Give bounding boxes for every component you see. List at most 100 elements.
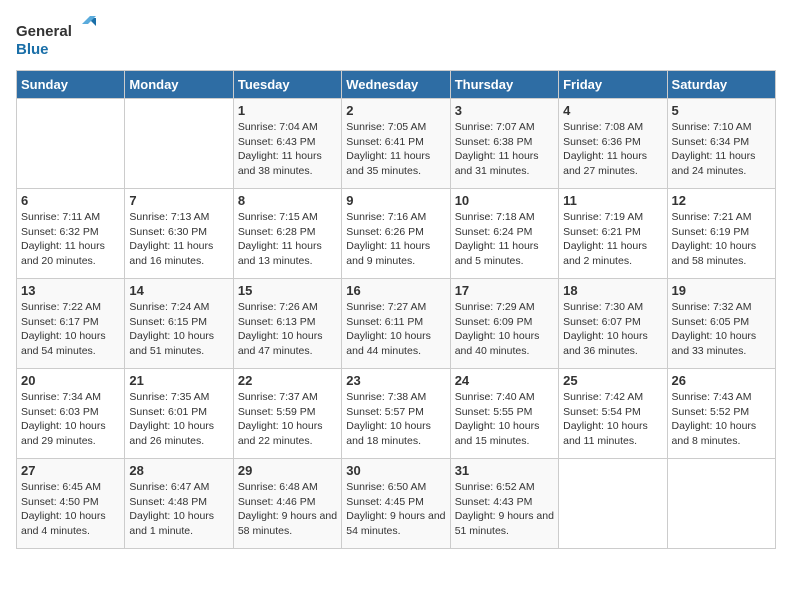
day-info: Sunrise: 7:07 AM Sunset: 6:38 PM Dayligh… bbox=[455, 120, 554, 179]
day-number: 17 bbox=[455, 283, 554, 298]
day-number: 26 bbox=[672, 373, 771, 388]
calendar-cell: 8 Sunrise: 7:15 AM Sunset: 6:28 PM Dayli… bbox=[233, 189, 341, 279]
day-number: 31 bbox=[455, 463, 554, 478]
day-info: Sunrise: 7:38 AM Sunset: 5:57 PM Dayligh… bbox=[346, 390, 445, 449]
day-number: 11 bbox=[563, 193, 662, 208]
day-info: Sunrise: 7:24 AM Sunset: 6:15 PM Dayligh… bbox=[129, 300, 228, 359]
day-info: Sunrise: 7:42 AM Sunset: 5:54 PM Dayligh… bbox=[563, 390, 662, 449]
day-info: Sunrise: 7:08 AM Sunset: 6:36 PM Dayligh… bbox=[563, 120, 662, 179]
day-info: Sunrise: 7:22 AM Sunset: 6:17 PM Dayligh… bbox=[21, 300, 120, 359]
day-info: Sunrise: 7:29 AM Sunset: 6:09 PM Dayligh… bbox=[455, 300, 554, 359]
day-number: 2 bbox=[346, 103, 445, 118]
day-info: Sunrise: 7:13 AM Sunset: 6:30 PM Dayligh… bbox=[129, 210, 228, 269]
day-info: Sunrise: 7:21 AM Sunset: 6:19 PM Dayligh… bbox=[672, 210, 771, 269]
calendar-cell: 18 Sunrise: 7:30 AM Sunset: 6:07 PM Dayl… bbox=[559, 279, 667, 369]
calendar-cell bbox=[125, 99, 233, 189]
calendar-cell: 20 Sunrise: 7:34 AM Sunset: 6:03 PM Dayl… bbox=[17, 369, 125, 459]
day-number: 18 bbox=[563, 283, 662, 298]
calendar-cell: 3 Sunrise: 7:07 AM Sunset: 6:38 PM Dayli… bbox=[450, 99, 558, 189]
day-number: 14 bbox=[129, 283, 228, 298]
calendar-cell: 5 Sunrise: 7:10 AM Sunset: 6:34 PM Dayli… bbox=[667, 99, 775, 189]
calendar-cell: 2 Sunrise: 7:05 AM Sunset: 6:41 PM Dayli… bbox=[342, 99, 450, 189]
day-number: 19 bbox=[672, 283, 771, 298]
calendar-cell: 26 Sunrise: 7:43 AM Sunset: 5:52 PM Dayl… bbox=[667, 369, 775, 459]
calendar-cell: 4 Sunrise: 7:08 AM Sunset: 6:36 PM Dayli… bbox=[559, 99, 667, 189]
day-number: 9 bbox=[346, 193, 445, 208]
day-header-sunday: Sunday bbox=[17, 71, 125, 99]
day-info: Sunrise: 7:30 AM Sunset: 6:07 PM Dayligh… bbox=[563, 300, 662, 359]
day-info: Sunrise: 7:04 AM Sunset: 6:43 PM Dayligh… bbox=[238, 120, 337, 179]
day-number: 30 bbox=[346, 463, 445, 478]
page-header: General Blue bbox=[16, 16, 776, 60]
day-number: 3 bbox=[455, 103, 554, 118]
day-number: 6 bbox=[21, 193, 120, 208]
calendar-cell: 19 Sunrise: 7:32 AM Sunset: 6:05 PM Dayl… bbox=[667, 279, 775, 369]
day-info: Sunrise: 7:40 AM Sunset: 5:55 PM Dayligh… bbox=[455, 390, 554, 449]
day-number: 28 bbox=[129, 463, 228, 478]
day-number: 29 bbox=[238, 463, 337, 478]
day-info: Sunrise: 7:15 AM Sunset: 6:28 PM Dayligh… bbox=[238, 210, 337, 269]
day-number: 16 bbox=[346, 283, 445, 298]
calendar-week-row: 27 Sunrise: 6:45 AM Sunset: 4:50 PM Dayl… bbox=[17, 459, 776, 549]
day-header-monday: Monday bbox=[125, 71, 233, 99]
day-info: Sunrise: 7:19 AM Sunset: 6:21 PM Dayligh… bbox=[563, 210, 662, 269]
day-header-thursday: Thursday bbox=[450, 71, 558, 99]
logo: General Blue bbox=[16, 16, 96, 60]
day-info: Sunrise: 6:48 AM Sunset: 4:46 PM Dayligh… bbox=[238, 480, 337, 539]
calendar-cell: 13 Sunrise: 7:22 AM Sunset: 6:17 PM Dayl… bbox=[17, 279, 125, 369]
calendar-cell: 10 Sunrise: 7:18 AM Sunset: 6:24 PM Dayl… bbox=[450, 189, 558, 279]
calendar-cell: 14 Sunrise: 7:24 AM Sunset: 6:15 PM Dayl… bbox=[125, 279, 233, 369]
calendar-cell: 25 Sunrise: 7:42 AM Sunset: 5:54 PM Dayl… bbox=[559, 369, 667, 459]
day-number: 15 bbox=[238, 283, 337, 298]
calendar-cell: 21 Sunrise: 7:35 AM Sunset: 6:01 PM Dayl… bbox=[125, 369, 233, 459]
logo-svg: General Blue bbox=[16, 16, 96, 60]
day-info: Sunrise: 7:35 AM Sunset: 6:01 PM Dayligh… bbox=[129, 390, 228, 449]
svg-text:General: General bbox=[16, 23, 72, 40]
calendar-table: SundayMondayTuesdayWednesdayThursdayFrid… bbox=[16, 70, 776, 549]
day-number: 24 bbox=[455, 373, 554, 388]
day-number: 10 bbox=[455, 193, 554, 208]
day-number: 20 bbox=[21, 373, 120, 388]
day-info: Sunrise: 7:43 AM Sunset: 5:52 PM Dayligh… bbox=[672, 390, 771, 449]
calendar-cell: 30 Sunrise: 6:50 AM Sunset: 4:45 PM Dayl… bbox=[342, 459, 450, 549]
day-header-saturday: Saturday bbox=[667, 71, 775, 99]
calendar-cell bbox=[559, 459, 667, 549]
day-number: 12 bbox=[672, 193, 771, 208]
day-info: Sunrise: 7:10 AM Sunset: 6:34 PM Dayligh… bbox=[672, 120, 771, 179]
calendar-week-row: 6 Sunrise: 7:11 AM Sunset: 6:32 PM Dayli… bbox=[17, 189, 776, 279]
day-info: Sunrise: 6:50 AM Sunset: 4:45 PM Dayligh… bbox=[346, 480, 445, 539]
day-number: 25 bbox=[563, 373, 662, 388]
calendar-cell bbox=[17, 99, 125, 189]
calendar-cell: 11 Sunrise: 7:19 AM Sunset: 6:21 PM Dayl… bbox=[559, 189, 667, 279]
calendar-cell: 7 Sunrise: 7:13 AM Sunset: 6:30 PM Dayli… bbox=[125, 189, 233, 279]
day-info: Sunrise: 6:47 AM Sunset: 4:48 PM Dayligh… bbox=[129, 480, 228, 539]
calendar-cell: 15 Sunrise: 7:26 AM Sunset: 6:13 PM Dayl… bbox=[233, 279, 341, 369]
day-info: Sunrise: 6:45 AM Sunset: 4:50 PM Dayligh… bbox=[21, 480, 120, 539]
day-number: 23 bbox=[346, 373, 445, 388]
day-info: Sunrise: 7:37 AM Sunset: 5:59 PM Dayligh… bbox=[238, 390, 337, 449]
day-info: Sunrise: 7:32 AM Sunset: 6:05 PM Dayligh… bbox=[672, 300, 771, 359]
calendar-week-row: 13 Sunrise: 7:22 AM Sunset: 6:17 PM Dayl… bbox=[17, 279, 776, 369]
day-info: Sunrise: 7:34 AM Sunset: 6:03 PM Dayligh… bbox=[21, 390, 120, 449]
calendar-cell: 22 Sunrise: 7:37 AM Sunset: 5:59 PM Dayl… bbox=[233, 369, 341, 459]
day-number: 21 bbox=[129, 373, 228, 388]
calendar-cell: 29 Sunrise: 6:48 AM Sunset: 4:46 PM Dayl… bbox=[233, 459, 341, 549]
day-header-friday: Friday bbox=[559, 71, 667, 99]
day-info: Sunrise: 6:52 AM Sunset: 4:43 PM Dayligh… bbox=[455, 480, 554, 539]
day-header-tuesday: Tuesday bbox=[233, 71, 341, 99]
calendar-week-row: 1 Sunrise: 7:04 AM Sunset: 6:43 PM Dayli… bbox=[17, 99, 776, 189]
day-number: 4 bbox=[563, 103, 662, 118]
day-number: 7 bbox=[129, 193, 228, 208]
calendar-cell: 31 Sunrise: 6:52 AM Sunset: 4:43 PM Dayl… bbox=[450, 459, 558, 549]
calendar-cell: 1 Sunrise: 7:04 AM Sunset: 6:43 PM Dayli… bbox=[233, 99, 341, 189]
calendar-cell: 24 Sunrise: 7:40 AM Sunset: 5:55 PM Dayl… bbox=[450, 369, 558, 459]
day-number: 27 bbox=[21, 463, 120, 478]
calendar-cell bbox=[667, 459, 775, 549]
calendar-week-row: 20 Sunrise: 7:34 AM Sunset: 6:03 PM Dayl… bbox=[17, 369, 776, 459]
svg-text:Blue: Blue bbox=[16, 41, 49, 58]
calendar-cell: 9 Sunrise: 7:16 AM Sunset: 6:26 PM Dayli… bbox=[342, 189, 450, 279]
calendar-cell: 23 Sunrise: 7:38 AM Sunset: 5:57 PM Dayl… bbox=[342, 369, 450, 459]
calendar-cell: 6 Sunrise: 7:11 AM Sunset: 6:32 PM Dayli… bbox=[17, 189, 125, 279]
calendar-cell: 27 Sunrise: 6:45 AM Sunset: 4:50 PM Dayl… bbox=[17, 459, 125, 549]
day-info: Sunrise: 7:18 AM Sunset: 6:24 PM Dayligh… bbox=[455, 210, 554, 269]
